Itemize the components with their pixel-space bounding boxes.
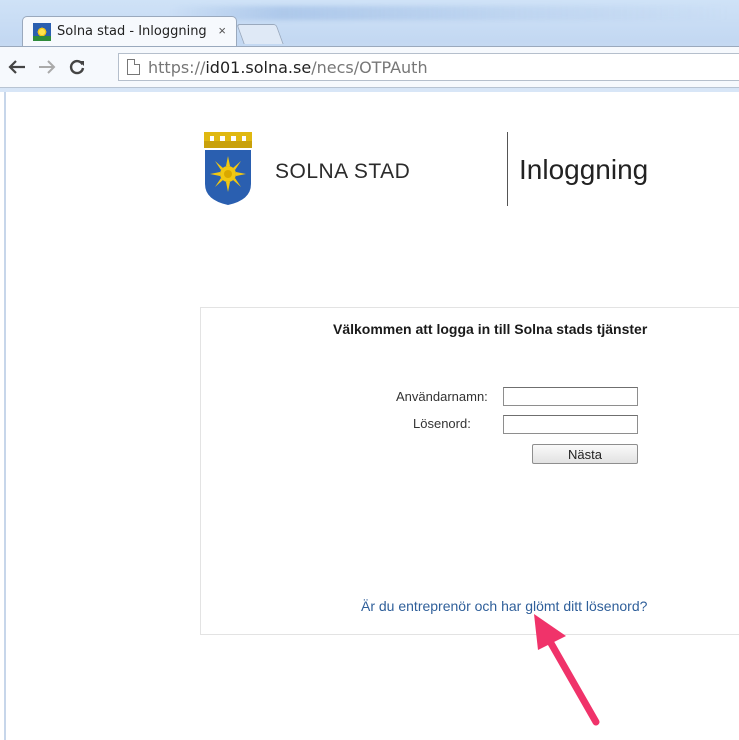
address-bar[interactable]: https://id01.solna.se/necs/OTPAuth: [118, 53, 739, 81]
solna-crest-icon: [204, 132, 252, 205]
welcome-heading: Välkommen att logga in till Solna stads …: [333, 321, 648, 337]
browser-tab[interactable]: Solna stad - Inloggning ×: [22, 16, 237, 46]
page-title: Inloggning: [519, 154, 649, 185]
back-icon[interactable]: [4, 54, 30, 80]
browser-chrome: Solna stad - Inloggning × https://id01.s…: [0, 0, 739, 92]
window-edge: [4, 92, 6, 740]
brand-name: SOLNA STAD: [275, 160, 411, 183]
reload-icon[interactable]: [64, 54, 90, 80]
url-text: https://id01.solna.se/necs/OTPAuth: [148, 57, 428, 77]
tab-title: Solna stad - Inloggning: [57, 24, 207, 39]
tab-close-icon[interactable]: ×: [218, 23, 226, 38]
solna-favicon-icon: [33, 22, 51, 41]
forward-icon[interactable]: [34, 54, 60, 80]
blurred-tab-strip: [170, 6, 730, 20]
header-divider: [507, 132, 508, 206]
next-button[interactable]: Nästa: [532, 444, 638, 464]
annotation-arrow-icon: [534, 614, 600, 726]
login-panel: [200, 307, 739, 635]
username-label: Användarnamn:: [396, 389, 488, 404]
page-icon: [127, 59, 140, 75]
browser-toolbar: https://id01.solna.se/necs/OTPAuth: [0, 46, 739, 88]
username-field[interactable]: [503, 387, 638, 406]
password-field[interactable]: [503, 415, 638, 434]
new-tab-button[interactable]: [236, 24, 284, 44]
password-label: Lösenord:: [413, 416, 471, 431]
